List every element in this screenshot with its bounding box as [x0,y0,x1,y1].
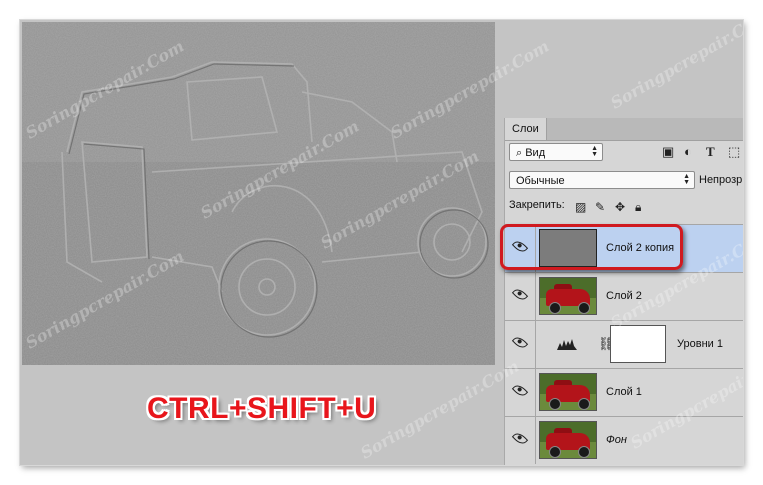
layer-row[interactable]: Слой 1 [505,368,743,416]
eye-icon [511,430,529,447]
document-canvas[interactable] [22,22,495,365]
layer-row[interactable]: Фон [505,416,743,464]
visibility-toggle[interactable] [505,321,536,368]
layer-filter-row: ⌕ Вид ▲ ▼ ▣ ◐ T ⬚ [509,143,743,165]
blend-row: Обычные ▲ ▼ Непрозр [509,171,743,191]
panel-tabbar: Слои [505,118,743,141]
lock-position-icon[interactable]: ✥ [615,200,625,214]
watermark: Soringpcrepair.Com [357,356,523,463]
layer-row[interactable]: ⛓ Уровни 1 [505,320,743,368]
blend-mode-value: Обычные [516,175,565,187]
lock-all-icon[interactable]: 🔒︎ [635,200,641,215]
lock-transparent-pixels-icon[interactable]: ▨ [575,200,586,214]
lock-row: Закрепить: ▨ ✎ ✥ 🔒︎ [509,199,743,217]
layer-thumbnail [539,277,597,315]
hotkey-caption: CTRL+SHIFT+U [147,392,377,425]
type-filter-icon[interactable]: T [706,144,715,160]
selected-layer-highlight [500,224,683,270]
lock-image-pixels-icon[interactable]: ✎ [595,200,605,214]
eye-icon [511,382,529,399]
image-filter-icon[interactable]: ▣ [662,144,674,160]
updown-arrows-icon: ▲ ▼ [683,173,690,186]
opacity-label: Непрозр [699,174,743,186]
layer-name: Слой 2 [606,290,642,302]
screenshot-frame: CTRL+SHIFT+U Слои ⌕ Вид ▲ ▼ ▣ ◐ T ⬚ Обычн… [20,20,743,465]
layer-row[interactable]: Слой 2 [505,272,743,320]
layers-panel: Слои ⌕ Вид ▲ ▼ ▣ ◐ T ⬚ Обычные ▲ ▼ Непрозр… [504,118,743,465]
blend-mode-select[interactable]: Обычные ▲ ▼ [509,171,695,189]
visibility-toggle[interactable] [505,417,536,464]
eye-icon [511,286,529,303]
layer-name: Уровни 1 [677,338,723,350]
kind-filter-value: Вид [525,147,546,159]
visibility-toggle[interactable] [505,273,536,320]
embossed-truck-image [22,22,495,365]
lock-label: Закрепить: [509,199,565,211]
kind-filter-select[interactable]: ⌕ Вид ▲ ▼ [509,143,603,161]
adjustment-filter-icon[interactable]: ◐ [684,144,692,159]
layer-name: Слой 1 [606,386,642,398]
search-icon: ⌕ [516,147,526,159]
eye-icon [511,334,529,351]
updown-arrows-icon: ▲ ▼ [591,145,598,158]
layer-thumbnail [539,421,597,459]
watermark: Soringpcrepair.Com [607,20,743,113]
levels-adjustment-icon [557,339,577,350]
tab-layers[interactable]: Слои [505,118,547,140]
visibility-toggle[interactable] [505,369,536,416]
layer-thumbnail [539,373,597,411]
shape-filter-icon[interactable]: ⬚ [728,144,740,160]
layer-mask-thumbnail [610,325,666,363]
layer-name: Фон [606,434,627,446]
